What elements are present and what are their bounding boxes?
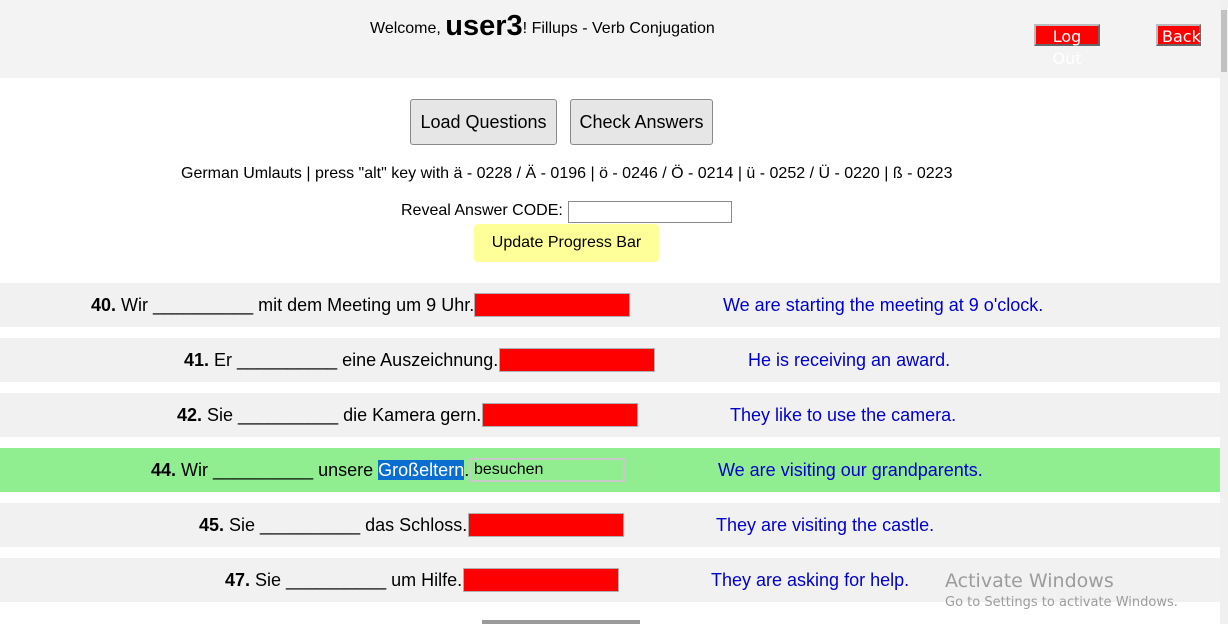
welcome-prefix: Welcome, bbox=[370, 20, 446, 37]
question-sentence: Wir __________ mit dem Meeting um 9 Uhr. bbox=[116, 295, 475, 315]
vertical-scrollbar[interactable] bbox=[1220, 0, 1228, 624]
umlauts-help-text: German Umlauts | press "alt" key with ä … bbox=[181, 165, 953, 182]
translation-text: He is receiving an award. bbox=[748, 350, 951, 370]
scrollbar-thumb[interactable] bbox=[1221, 10, 1227, 72]
load-questions-button[interactable]: Load Questions bbox=[410, 99, 557, 145]
translation-text: We are visiting our grandparents. bbox=[718, 460, 983, 480]
translation-text: We are starting the meeting at 9 o'clock… bbox=[723, 295, 1044, 315]
page-title: ! Fillups - Verb Conjugation bbox=[522, 20, 715, 37]
question-text: 42. Sie __________ die Kamera gern. bbox=[177, 405, 481, 425]
answer-input[interactable] bbox=[482, 403, 638, 427]
question-number: 42. bbox=[177, 405, 203, 425]
question-row: 41. Er __________ eine Auszeichnung. He … bbox=[0, 338, 1220, 382]
back-button[interactable]: Back bbox=[1156, 24, 1201, 46]
logout-button[interactable]: Log Out bbox=[1034, 24, 1100, 68]
question-row-correct: 44. Wir __________ unsere Großeltern. We… bbox=[0, 448, 1220, 492]
question-text: 45. Sie __________ das Schloss. bbox=[199, 515, 467, 535]
update-progress-button[interactable]: Update Progress Bar bbox=[474, 224, 659, 262]
question-sentence: Wir __________ unsere bbox=[176, 460, 379, 480]
translation-text: They are asking for help. bbox=[711, 570, 910, 590]
translation-text: They like to use the camera. bbox=[730, 405, 957, 425]
username: user3 bbox=[445, 10, 523, 42]
question-sentence: Sie __________ um Hilfe. bbox=[250, 570, 463, 590]
question-row: 45. Sie __________ das Schloss. They are… bbox=[0, 503, 1220, 547]
next-row-partial bbox=[482, 620, 640, 624]
question-number: 41. bbox=[184, 350, 210, 370]
question-number: 44. bbox=[151, 460, 177, 480]
question-number: 47. bbox=[225, 570, 251, 590]
question-text: 40. Wir __________ mit dem Meeting um 9 … bbox=[91, 295, 474, 315]
question-text: 44. Wir __________ unsere Großeltern. bbox=[151, 460, 469, 480]
answer-input[interactable] bbox=[474, 293, 630, 317]
question-sentence: Er __________ eine Auszeichnung. bbox=[209, 350, 499, 370]
question-sentence: Sie __________ das Schloss. bbox=[224, 515, 468, 535]
question-number: 40. bbox=[91, 295, 117, 315]
translation-text: They are visiting the castle. bbox=[716, 515, 935, 535]
reveal-code-input[interactable] bbox=[568, 201, 732, 223]
reveal-code-label: Reveal Answer CODE: bbox=[401, 202, 563, 219]
answer-input[interactable] bbox=[499, 348, 655, 372]
check-answers-button[interactable]: Check Answers bbox=[570, 99, 713, 145]
question-text: 41. Er __________ eine Auszeichnung. bbox=[184, 350, 498, 370]
answer-input[interactable] bbox=[469, 458, 625, 482]
activate-windows-title: Activate Windows bbox=[945, 570, 1114, 592]
question-number: 45. bbox=[199, 515, 225, 535]
activate-windows-subtitle: Go to Settings to activate Windows. bbox=[945, 595, 1178, 610]
question-row: 40. Wir __________ mit dem Meeting um 9 … bbox=[0, 283, 1220, 327]
selected-text: Großeltern bbox=[378, 460, 465, 480]
answer-input[interactable] bbox=[463, 568, 619, 592]
welcome-message: Welcome, user3! Fillups - Verb Conjugati… bbox=[370, 10, 715, 43]
question-sentence: Sie __________ die Kamera gern. bbox=[202, 405, 482, 425]
question-text: 47. Sie __________ um Hilfe. bbox=[225, 570, 462, 590]
question-row: 42. Sie __________ die Kamera gern. They… bbox=[0, 393, 1220, 437]
answer-input[interactable] bbox=[468, 513, 624, 537]
